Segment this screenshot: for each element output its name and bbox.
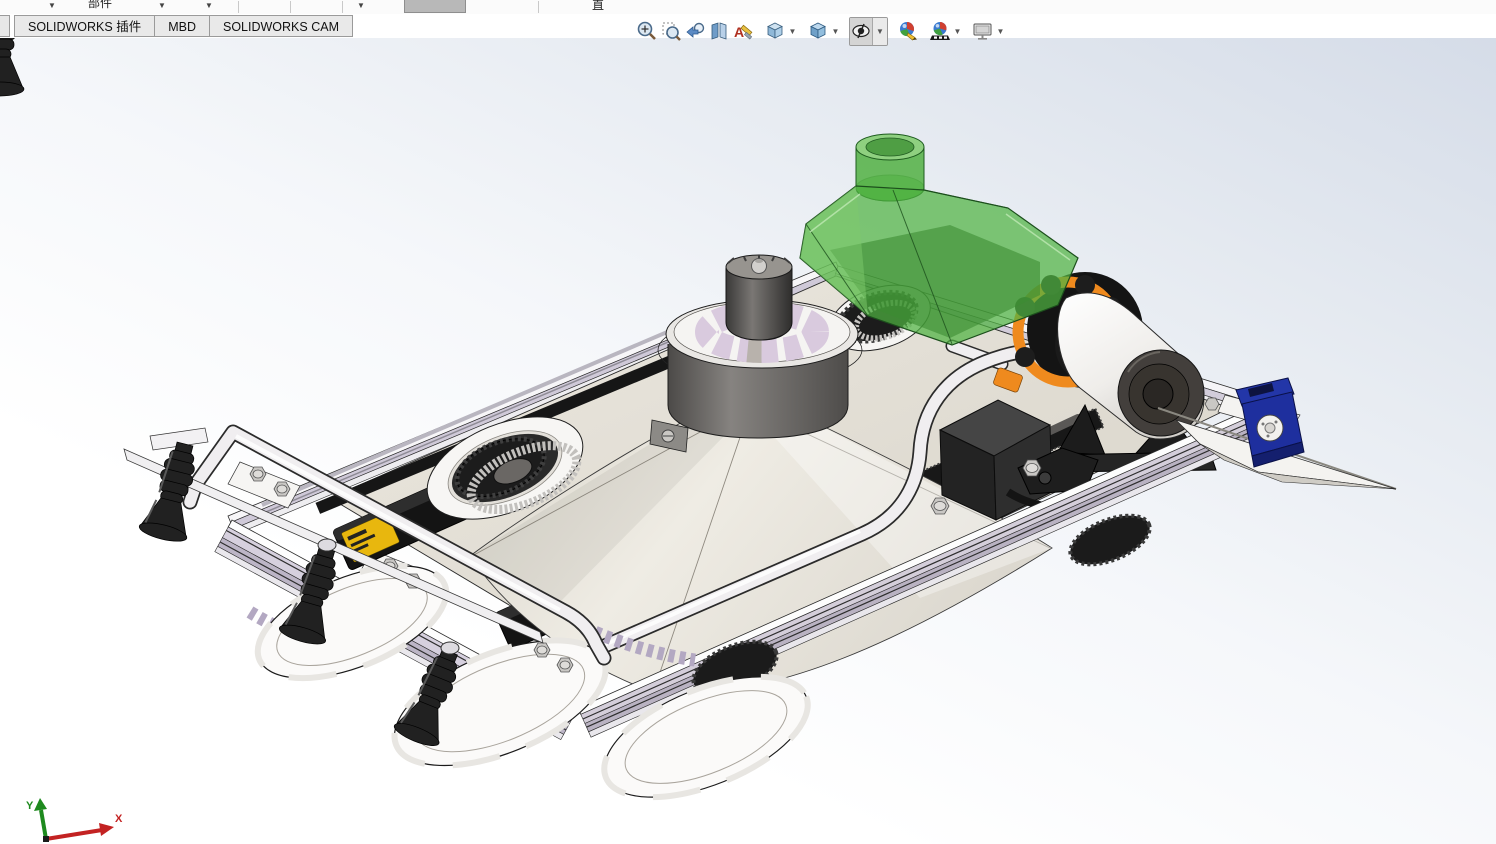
x-axis-arrow: [99, 823, 114, 836]
tab-solidworks-cam[interactable]: SOLIDWORKS CAM: [209, 15, 353, 37]
previous-view-icon[interactable]: [683, 18, 707, 44]
view-settings-dropdown[interactable]: ▼: [995, 18, 1006, 44]
zoom-to-fit-icon[interactable]: [635, 18, 659, 44]
command-label-partial[interactable]: 部件: [88, 0, 112, 11]
dynamic-annotation-views-icon[interactable]: A: [731, 18, 755, 44]
dropdown-caret-icon[interactable]: ▼: [205, 1, 213, 11]
dropdown-caret-icon[interactable]: ▼: [48, 1, 56, 11]
tube-clamp: [440, 641, 460, 655]
x-axis-label: X: [115, 813, 123, 825]
hide-show-items-dropdown[interactable]: ▼: [872, 17, 887, 45]
command-manager-strip: ▼ 部件 ▼ ▼ ▼ 直: [0, 0, 1496, 15]
zoom-to-area-icon[interactable]: [659, 18, 683, 44]
toolbar-separator: [238, 1, 239, 13]
y-axis-label: Y: [26, 800, 34, 812]
toolbar-separator: [342, 1, 343, 13]
assembly-model[interactable]: [0, 0, 1496, 844]
apply-scene-dropdown[interactable]: ▼: [952, 18, 963, 44]
reference-triad: Y X: [26, 798, 123, 842]
hide-show-items-icon[interactable]: [850, 17, 872, 45]
display-style-dropdown[interactable]: ▼: [830, 18, 841, 44]
view-orientation-icon[interactable]: [763, 18, 787, 44]
top-motor[interactable]: [725, 254, 793, 341]
toolbar-separator: [290, 1, 291, 13]
tab-stub[interactable]: [0, 15, 10, 37]
pressed-toolbar-button[interactable]: [404, 0, 466, 13]
tab-solidworks-addins[interactable]: SOLIDWORKS 插件: [14, 15, 156, 37]
hide-show-items-button: ▼: [849, 16, 888, 46]
view-settings-icon[interactable]: [971, 18, 995, 44]
y-axis-arrow: [34, 798, 47, 811]
heads-up-view-toolbar: A ▼ ▼ ▼ ▼ ▼: [635, 16, 1006, 46]
display-style-icon[interactable]: [806, 18, 830, 44]
apply-scene-icon[interactable]: [928, 18, 952, 44]
dropdown-caret-icon[interactable]: ▼: [158, 1, 166, 11]
toolbar-separator: [538, 1, 539, 13]
edit-appearance-icon[interactable]: [896, 18, 920, 44]
dropdown-caret-icon[interactable]: ▼: [357, 1, 365, 11]
section-view-icon[interactable]: [707, 18, 731, 44]
tab-mbd[interactable]: MBD: [154, 15, 210, 37]
command-label-partial[interactable]: 直: [592, 0, 604, 13]
tube-clamp: [317, 538, 337, 552]
view-orientation-dropdown[interactable]: ▼: [787, 18, 798, 44]
solidworks-window: { "app": {"name": "SOLIDWORKS"}, "comman…: [0, 0, 1496, 844]
